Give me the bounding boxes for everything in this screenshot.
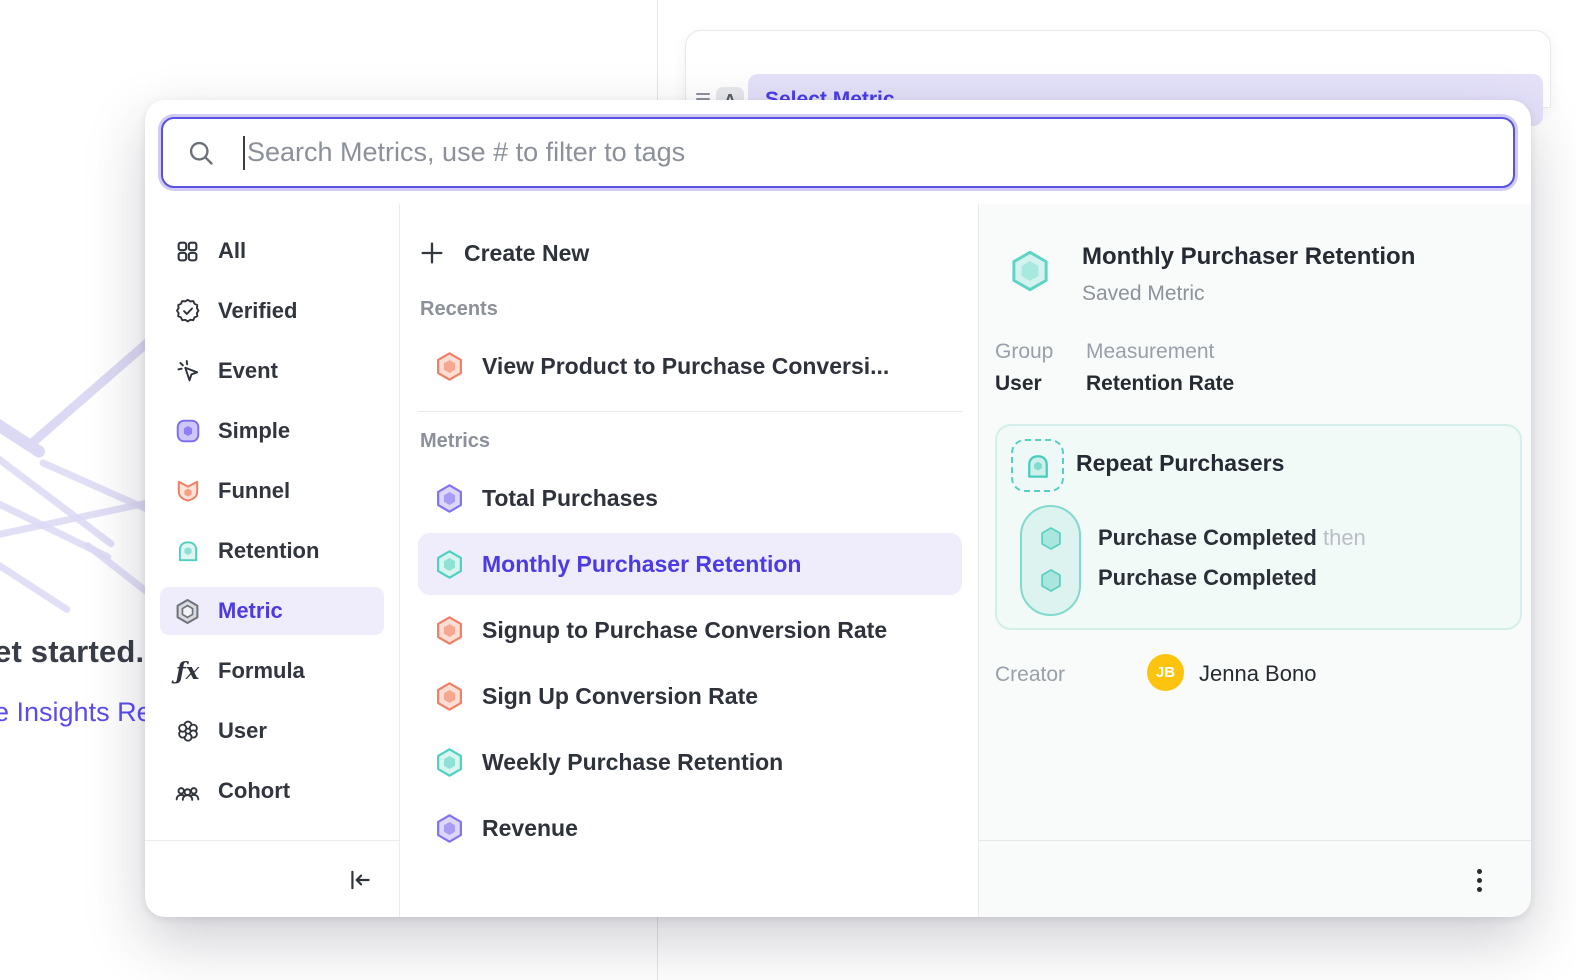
decorative-line	[25, 328, 163, 450]
sidebar-item-label: User	[218, 718, 267, 744]
sidebar-item-label: Retention	[218, 538, 319, 564]
sidebar-item-metric[interactable]: Metric	[160, 587, 384, 635]
measurement-label: Measurement	[1086, 340, 1214, 364]
funnel-hexagon-icon	[434, 351, 465, 382]
metric-definition-card: Repeat Purchasers Purchase Complet	[995, 424, 1522, 630]
sidebar-item-label: Formula	[218, 658, 305, 684]
list-divider	[418, 411, 962, 412]
metric-row-signup-to-purchase[interactable]: Signup to Purchase Conversion Rate	[418, 599, 962, 661]
definition-step-2: Purchase Completed	[1098, 565, 1317, 591]
definition-name: Repeat Purchasers	[1076, 450, 1284, 477]
retention-hexagon-icon	[434, 747, 465, 778]
create-new-button[interactable]: Create New	[418, 232, 962, 274]
background-insights-link-fragment[interactable]: e Insights Re	[0, 697, 152, 728]
metric-row-monthly-purchaser-retention[interactable]: Monthly Purchaser Retention	[418, 533, 962, 595]
formula-icon: ƒx	[174, 658, 201, 685]
metric-row-total-purchases[interactable]: Total Purchases	[418, 467, 962, 529]
retention-definition-icon	[1011, 439, 1064, 492]
funnel-hexagon-icon	[434, 681, 465, 712]
cohort-icon	[174, 778, 201, 805]
sidebar-item-verified[interactable]: Verified	[160, 287, 384, 335]
metric-picker-modal: All Verified	[145, 100, 1531, 917]
metric-row-label: Total Purchases	[482, 485, 658, 512]
recent-metric-row[interactable]: View Product to Purchase Conversi...	[418, 335, 962, 397]
creator-name: Jenna Bono	[1199, 661, 1316, 687]
plus-icon	[418, 239, 446, 267]
sidebar-item-user[interactable]: User	[160, 707, 384, 755]
decorative-line	[83, 541, 150, 596]
kebab-menu-icon[interactable]	[1465, 865, 1493, 895]
search-icon	[187, 139, 215, 167]
detail-subtitle: Saved Metric	[1082, 282, 1205, 306]
metric-row-label: Revenue	[482, 815, 578, 842]
metric-row-revenue[interactable]: Revenue	[418, 797, 962, 859]
sidebar-item-label: All	[218, 238, 246, 264]
step-hexagon-icon	[1037, 567, 1064, 599]
group-label: Group	[995, 340, 1053, 364]
detail-footer	[979, 840, 1531, 917]
sidebar-item-label: Event	[218, 358, 278, 384]
sidebar-item-label: Simple	[218, 418, 290, 444]
sidebar-item-funnel[interactable]: Funnel	[160, 467, 384, 515]
detail-title: Monthly Purchaser Retention	[1082, 243, 1415, 271]
search-input[interactable]	[247, 137, 1489, 168]
simple-hexagon-icon	[434, 813, 465, 844]
creator-avatar: JB	[1147, 654, 1184, 691]
step-hexagon-icon	[1037, 525, 1064, 557]
sidebar-item-simple[interactable]: Simple	[160, 407, 384, 455]
collapse-left-icon[interactable]	[347, 867, 373, 893]
background-heading-fragment: et started.	[0, 634, 144, 670]
decorative-line	[0, 557, 72, 615]
sidebar-footer	[145, 840, 399, 917]
sidebar-item-label: Verified	[218, 298, 297, 324]
recents-heading: Recents	[420, 298, 962, 321]
group-value: User	[995, 372, 1042, 396]
measurement-value: Retention Rate	[1086, 372, 1234, 396]
metric-row-signup-conversion[interactable]: Sign Up Conversion Rate	[418, 665, 962, 727]
metric-row-label: Sign Up Conversion Rate	[482, 683, 758, 710]
simple-metric-icon	[174, 418, 201, 445]
sidebar-item-label: Funnel	[218, 478, 290, 504]
sidebar-item-retention[interactable]: Retention	[160, 527, 384, 575]
filter-sidebar: All Verified	[145, 204, 400, 917]
metrics-heading: Metrics	[420, 430, 962, 453]
metric-row-label: Weekly Purchase Retention	[482, 749, 783, 776]
metric-hexagon-icon	[174, 598, 201, 625]
sidebar-item-label: Metric	[218, 598, 283, 624]
search-bar	[158, 114, 1518, 191]
sidebar-item-label: Cohort	[218, 778, 290, 804]
retention-hexagon-icon-large	[1008, 249, 1052, 298]
metric-detail-panel: Monthly Purchaser Retention Saved Metric…	[978, 204, 1531, 917]
grid-icon	[174, 238, 201, 265]
metric-list-column: Create New Recents View Product to Purch…	[400, 204, 978, 917]
creator-label: Creator	[995, 663, 1065, 687]
metric-row-label: Signup to Purchase Conversion Rate	[482, 617, 887, 644]
retention-steps-capsule	[1020, 505, 1081, 616]
screen: et started. e Insights Re A Select Metri…	[0, 0, 1576, 980]
text-caret	[243, 136, 245, 170]
create-new-label: Create New	[464, 240, 589, 267]
retention-hexagon-icon	[434, 549, 465, 580]
recent-metric-label: View Product to Purchase Conversi...	[482, 353, 889, 380]
cursor-click-icon	[174, 358, 201, 385]
definition-step-1: Purchase Completed then	[1098, 525, 1366, 551]
funnel-hexagon-icon	[434, 615, 465, 646]
metric-query-card: A Select Metric	[685, 30, 1551, 108]
metric-row-weekly-purchase-retention[interactable]: Weekly Purchase Retention	[418, 731, 962, 793]
sidebar-item-event[interactable]: Event	[160, 347, 384, 395]
sidebar-item-cohort[interactable]: Cohort	[160, 767, 384, 815]
retention-icon	[174, 538, 201, 565]
sidebar-item-formula[interactable]: ƒx Formula	[160, 647, 384, 695]
funnel-icon	[174, 478, 201, 505]
verified-badge-icon	[174, 298, 201, 325]
metric-row-label: Monthly Purchaser Retention	[482, 551, 801, 578]
sidebar-item-all[interactable]: All	[160, 227, 384, 275]
step-connector: then	[1323, 525, 1366, 550]
user-cluster-icon	[174, 718, 201, 745]
simple-hexagon-icon	[434, 483, 465, 514]
